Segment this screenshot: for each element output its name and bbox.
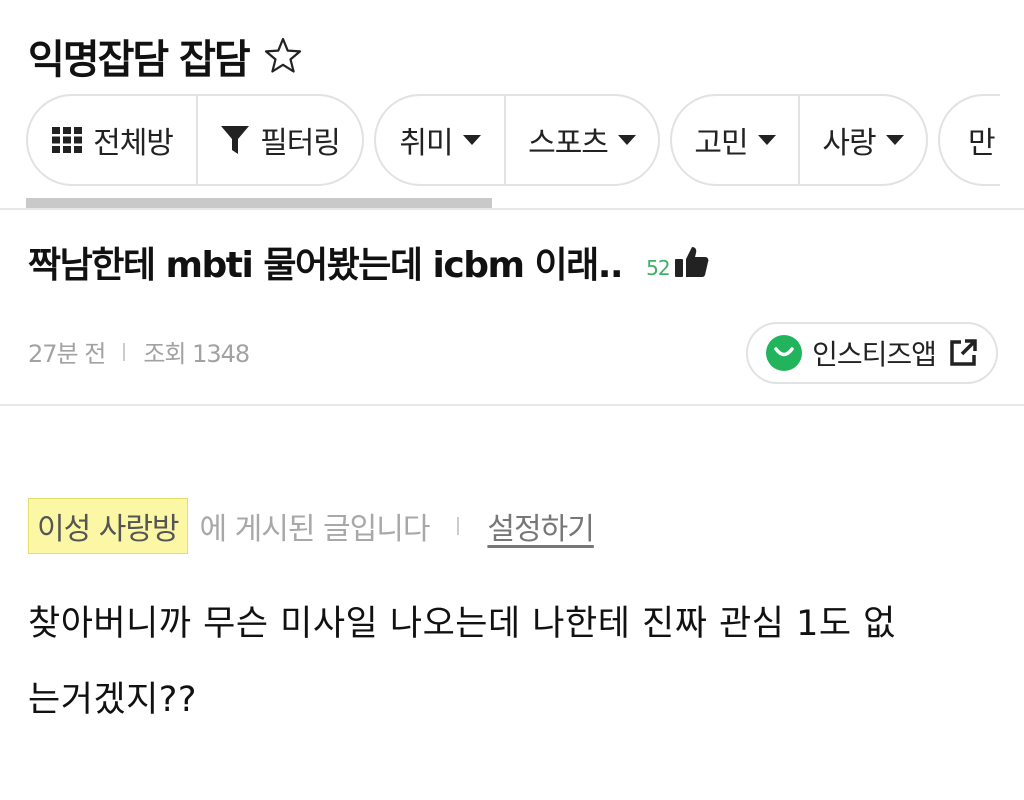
post-title: 짝남한테 mbti 물어봤는데 icbm 이래.. — [28, 245, 624, 286]
post-views: 조회 1348 — [143, 340, 250, 368]
board-notice-text: 에 게시된 글입니다 — [199, 512, 431, 547]
horizontal-scrollbar[interactable] — [26, 198, 492, 208]
open-app-label: 인스티즈앱 — [812, 338, 937, 371]
caret-down-icon — [885, 135, 904, 145]
filter-bar: 전체방 필터링 취미 스포츠 고민 사랑 만 — [0, 94, 1000, 190]
all-rooms-label: 전체방 — [93, 126, 174, 161]
divider — [0, 404, 1024, 406]
partial-chip-label: 만 — [968, 126, 996, 161]
post-meta: 27분 전 조회 1348 — [28, 334, 250, 369]
hobby-label: 취미 — [399, 126, 453, 161]
caret-down-icon — [617, 135, 636, 145]
grid-icon — [51, 126, 83, 154]
meta-separator — [123, 342, 126, 361]
all-rooms-button[interactable]: 전체방 — [28, 96, 196, 184]
notice-separator — [457, 517, 460, 535]
thumbs-up-icon — [674, 245, 710, 279]
settings-link[interactable]: 설정하기 — [487, 504, 594, 548]
post-time: 27분 전 — [28, 340, 106, 368]
post-title-row: 짝남한테 mbti 물어봤는데 icbm 이래.. 52 — [28, 236, 710, 288]
external-link-icon — [948, 338, 978, 368]
open-app-button[interactable]: 인스티즈앱 — [746, 322, 998, 384]
caret-down-icon — [462, 135, 481, 145]
funnel-icon — [220, 124, 250, 156]
filter-group-worry: 고민 사랑 — [670, 94, 928, 186]
post-body-line: 는거겠지?? — [28, 680, 197, 720]
love-label: 사랑 — [822, 126, 876, 161]
like-count: 52 — [646, 256, 670, 280]
worry-label: 고민 — [694, 126, 748, 161]
star-icon[interactable] — [263, 36, 303, 76]
header: 익명잡담 잡담 — [28, 26, 303, 86]
post-body: 찾아버니까 무슨 미사일 나오는데 나한테 진짜 관심 1도 없 는거겠지?? — [28, 586, 988, 738]
divider — [0, 208, 1024, 210]
instiz-logo-icon — [766, 335, 803, 371]
caret-down-icon — [757, 135, 776, 145]
board-notice: 이성 사랑방 에 게시된 글입니다 설정하기 — [28, 498, 595, 554]
filter-group-hobby: 취미 스포츠 — [374, 94, 660, 186]
worry-dropdown[interactable]: 고민 — [672, 96, 798, 184]
hobby-dropdown[interactable]: 취미 — [376, 96, 504, 184]
post-body-line: 찾아버니까 무슨 미사일 나오는데 나한테 진짜 관심 1도 없 — [28, 604, 896, 644]
sports-label: 스포츠 — [528, 126, 609, 161]
filter-group-partial[interactable]: 만 — [938, 94, 1000, 186]
filtering-button[interactable]: 필터링 — [198, 96, 362, 184]
board-tag[interactable]: 이성 사랑방 — [28, 498, 188, 554]
love-dropdown[interactable]: 사랑 — [800, 96, 926, 184]
filter-group-main: 전체방 필터링 — [26, 94, 364, 186]
sports-dropdown[interactable]: 스포츠 — [506, 96, 658, 184]
board-title: 익명잡담 잡담 — [28, 37, 251, 83]
filtering-label: 필터링 — [260, 126, 341, 161]
